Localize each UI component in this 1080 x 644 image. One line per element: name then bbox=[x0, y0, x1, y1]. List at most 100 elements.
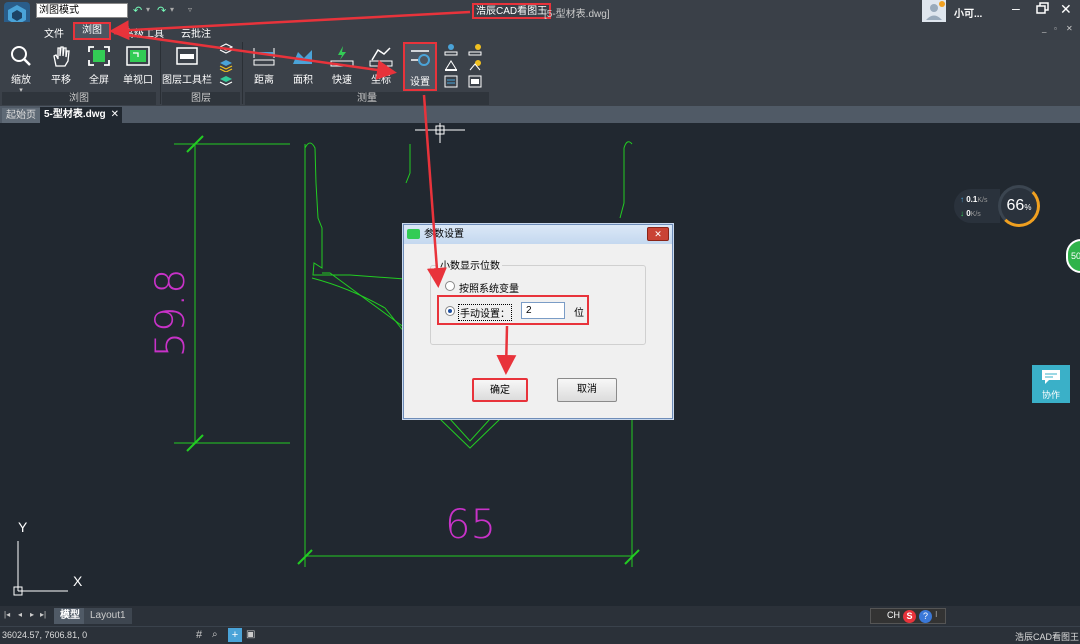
snap-toggle-icon[interactable]: ⌕ bbox=[212, 629, 218, 640]
dialog-title-bar: 参数设置 ✕ bbox=[404, 225, 672, 244]
cancel-button[interactable]: 取消 bbox=[557, 378, 617, 402]
layout-last-icon[interactable]: ▸| bbox=[40, 610, 46, 619]
measure-small-icon-3[interactable] bbox=[444, 75, 458, 88]
layout-tab-model[interactable]: 模型 bbox=[54, 608, 86, 624]
profile-left-lip bbox=[304, 142, 406, 280]
menu-bar: 文件 浏图 高级工具 云批注 _ ▫ ✕ bbox=[0, 22, 1080, 40]
measure-small-icon-6[interactable] bbox=[468, 75, 482, 88]
osnap-toggle-icon[interactable]: ▣ bbox=[246, 629, 255, 640]
memory-percent-sign: % bbox=[1024, 203, 1032, 212]
redo-icon[interactable]: ↷ bbox=[157, 4, 166, 17]
area-icon bbox=[293, 50, 312, 64]
dialog-close-button[interactable]: ✕ bbox=[647, 227, 669, 241]
tab-home-label: 起始页 bbox=[6, 110, 36, 121]
menu-browse-label: 浏图 bbox=[82, 25, 102, 36]
ortho-toggle-icon[interactable]: + bbox=[228, 628, 242, 642]
measure-small-icon-1[interactable] bbox=[444, 43, 458, 56]
ime-toolbar[interactable]: CH S ? ⁝ bbox=[870, 608, 946, 624]
side-badge-value: 50 bbox=[1071, 251, 1080, 261]
layout-next-icon[interactable]: ▸ bbox=[30, 610, 34, 619]
close-icon[interactable]: ✕ bbox=[1060, 1, 1072, 18]
radio-system-variable[interactable] bbox=[445, 281, 455, 291]
menu-file[interactable]: 文件 bbox=[44, 25, 64, 40]
network-widget[interactable]: ↑ 0.1K/s ↓ 0K/s bbox=[954, 189, 1000, 223]
layer-icon-3[interactable] bbox=[219, 75, 233, 88]
measure-small-icon-5[interactable] bbox=[468, 59, 482, 72]
fullscreen-button[interactable]: 全屏 bbox=[82, 42, 116, 92]
fullscreen-label: 全屏 bbox=[89, 75, 109, 86]
ok-label: 确定 bbox=[490, 385, 510, 396]
profile-right-lip bbox=[619, 141, 633, 219]
layer-icon-2[interactable] bbox=[219, 59, 233, 73]
zoom-button[interactable]: 缩放 ▾ bbox=[4, 42, 38, 94]
measure-small-icon-2[interactable] bbox=[444, 59, 458, 72]
area-button[interactable]: 面积 bbox=[286, 42, 320, 92]
group-layer: 图层 bbox=[162, 92, 240, 105]
tab-active-file[interactable]: 5-型材表.dwg ✕ bbox=[40, 107, 122, 123]
quick-access-menu-icon[interactable]: ▿ bbox=[188, 5, 192, 14]
restore-icon[interactable] bbox=[1036, 2, 1050, 15]
memory-gauge[interactable]: 66% bbox=[998, 185, 1040, 227]
quick-measure-button[interactable]: 快速 bbox=[325, 42, 359, 92]
ribbon-restore-icon[interactable]: ▫ bbox=[1054, 24, 1057, 33]
minimize-icon[interactable]: – bbox=[1012, 0, 1020, 16]
menu-browse[interactable]: 浏图 bbox=[73, 22, 111, 40]
profile-v-notch bbox=[439, 418, 501, 449]
ribbon-close-icon[interactable]: ✕ bbox=[1066, 24, 1073, 33]
sogou-icon: S bbox=[903, 610, 916, 623]
layout-tab-layout1[interactable]: Layout1 bbox=[84, 608, 132, 624]
lightning-ruler-icon bbox=[330, 46, 354, 67]
crosshair-cursor bbox=[415, 123, 465, 143]
radio-system-variable-label[interactable]: 按照系统变量 bbox=[459, 280, 519, 295]
area-label: 面积 bbox=[293, 75, 313, 86]
redo-dropdown-icon[interactable]: ▾ bbox=[170, 5, 174, 14]
pan-button[interactable]: 平移 bbox=[44, 42, 78, 92]
ok-button[interactable]: 确定 bbox=[472, 378, 528, 402]
zoom-label: 缩放 bbox=[11, 75, 31, 86]
dialog-app-icon bbox=[407, 229, 420, 239]
dim-horizontal-text: 65 bbox=[445, 502, 496, 548]
measure-small-icon-4[interactable] bbox=[468, 43, 482, 56]
quick-measure-label: 快速 bbox=[332, 75, 352, 86]
distance-label: 距离 bbox=[254, 75, 274, 86]
layout-first-icon[interactable]: |◂ bbox=[4, 610, 10, 619]
ruler-distance-icon bbox=[253, 48, 275, 66]
layer-icon-1[interactable] bbox=[218, 43, 234, 56]
mode-select[interactable]: 浏图模式 bbox=[36, 3, 128, 18]
layout-prev-icon[interactable]: ◂ bbox=[18, 610, 22, 619]
ribbon-minimize-icon[interactable]: _ bbox=[1042, 24, 1046, 33]
tab-home[interactable]: 起始页 bbox=[2, 108, 40, 123]
collab-button[interactable]: 协作 bbox=[1032, 365, 1070, 403]
file-name-title: [5-型材表.dwg] bbox=[544, 9, 610, 20]
menu-cloud-annotate[interactable]: 云批注 bbox=[181, 25, 211, 40]
distance-button[interactable]: 距离 bbox=[247, 42, 281, 92]
layout-tab-layout1-label: Layout1 bbox=[90, 610, 126, 621]
profile-center-lip bbox=[405, 144, 411, 184]
layout-tab-model-label: 模型 bbox=[60, 610, 80, 621]
grid-toggle-icon[interactable]: # bbox=[196, 629, 202, 641]
ribbon-separator bbox=[160, 42, 161, 104]
download-unit: K/s bbox=[970, 211, 981, 218]
menu-advanced-tools[interactable]: 高级工具 bbox=[124, 25, 164, 40]
layer-toolbar-button[interactable]: 图层工具栏 bbox=[162, 42, 212, 92]
profile-v-notch-inner bbox=[449, 418, 491, 442]
undo-dropdown-icon[interactable]: ▾ bbox=[146, 5, 150, 14]
ime-language: CH bbox=[887, 610, 900, 620]
layout-tab-bar: |◂ ◂ ▸ ▸| 模型 Layout1 CH S ? ⁝ bbox=[0, 606, 1080, 626]
tab-active-label: 5-型材表.dwg bbox=[44, 109, 106, 120]
single-viewport-button[interactable]: 单视口 bbox=[120, 42, 156, 92]
ribbon-separator bbox=[242, 42, 243, 104]
upload-unit: K/s bbox=[977, 197, 988, 204]
settings-label: 设置 bbox=[410, 77, 430, 88]
coordinate-button[interactable]: 坐标 bbox=[364, 42, 398, 92]
ribbon: 缩放 ▾ 平移 全屏 单视口 图层工具栏 距离 面积 快速 坐标 设置 浏图 图… bbox=[0, 40, 1080, 106]
single-viewport-label: 单视口 bbox=[123, 75, 153, 86]
settings-button[interactable]: 设置 bbox=[403, 42, 437, 91]
pan-label: 平移 bbox=[51, 75, 71, 86]
undo-icon[interactable]: ↶ bbox=[133, 4, 142, 17]
username[interactable]: 小可... bbox=[954, 5, 982, 20]
cancel-label: 取消 bbox=[577, 384, 597, 395]
avatar[interactable] bbox=[922, 0, 946, 22]
viewport-icon bbox=[126, 46, 150, 66]
tab-close-icon[interactable]: ✕ bbox=[111, 107, 119, 123]
